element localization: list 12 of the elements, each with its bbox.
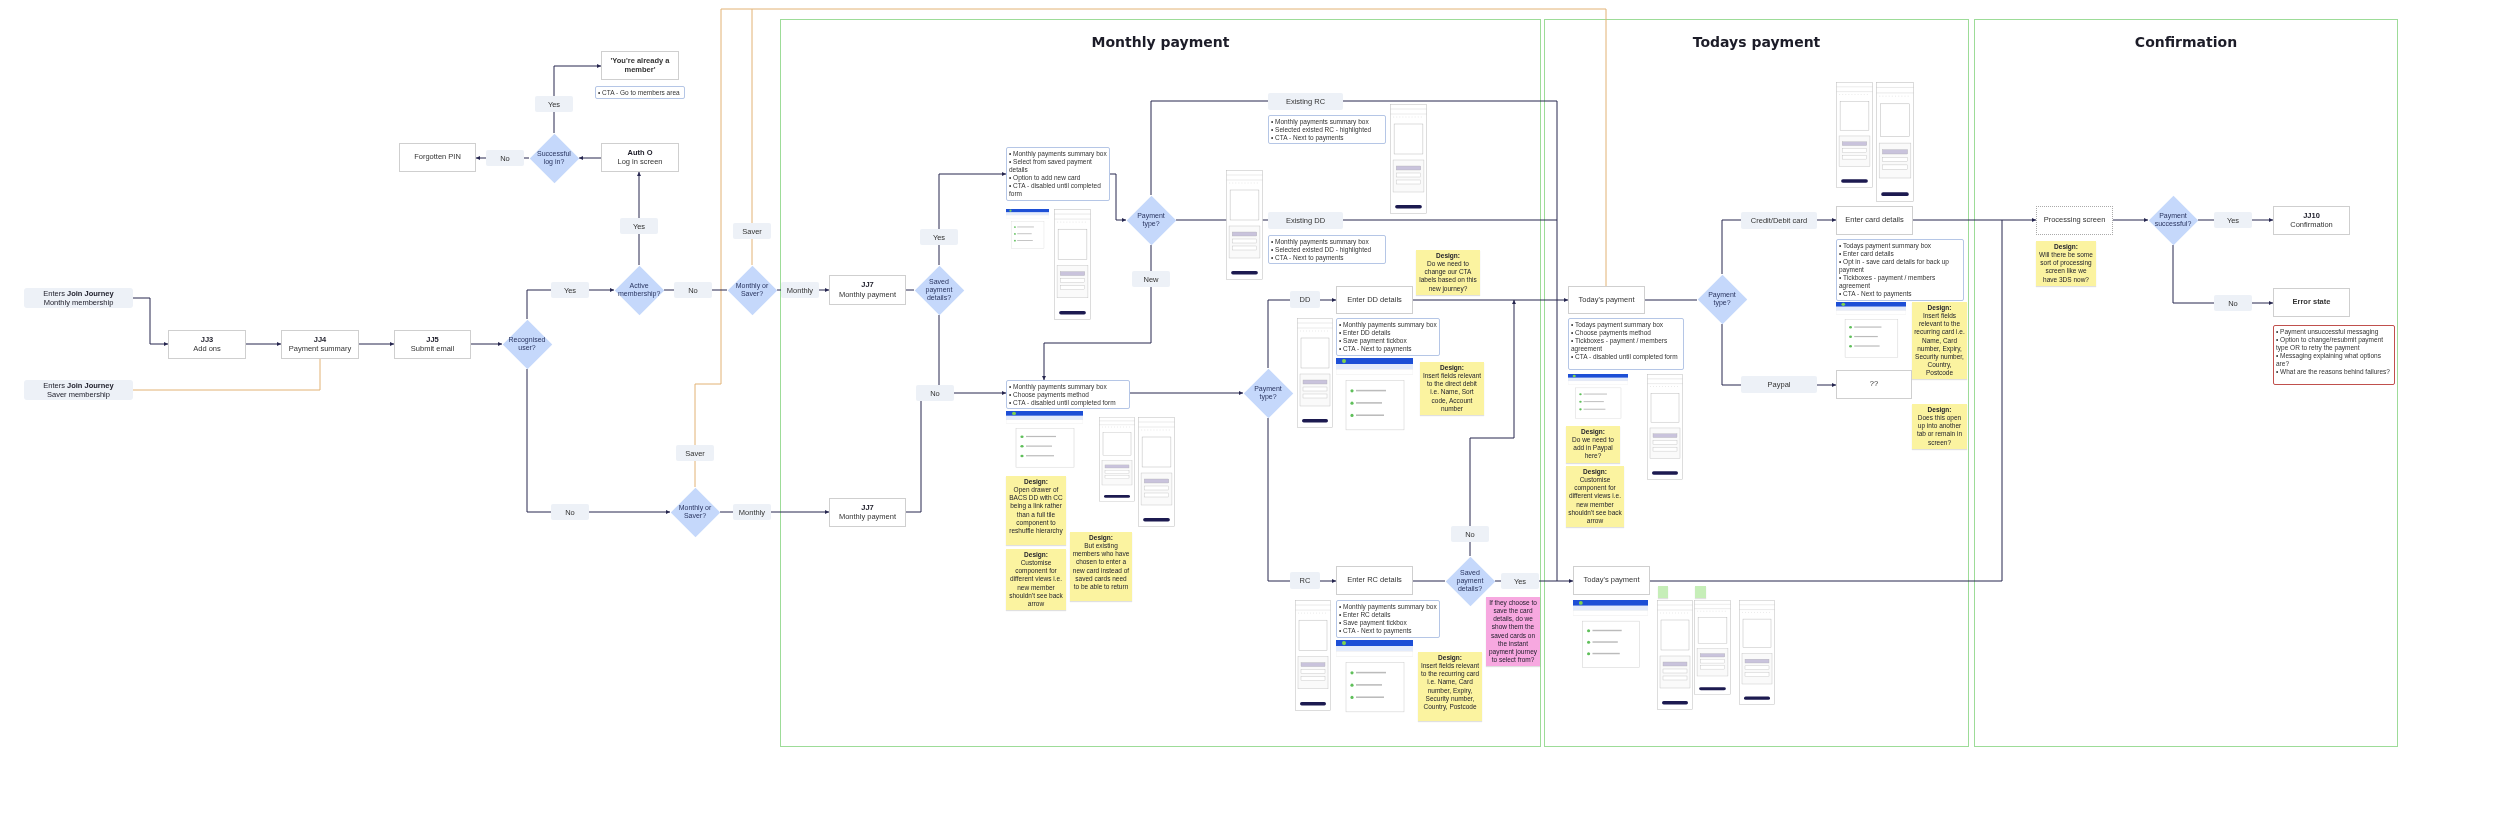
connector-line <box>1412 580 1446 582</box>
app-screen-drawing <box>1006 209 1049 252</box>
section-title: Monthly payment <box>1091 34 1230 52</box>
connector-line <box>245 342 282 346</box>
connector-line <box>578 156 602 160</box>
connector-line <box>358 342 395 346</box>
connector-line <box>470 342 503 346</box>
section-title: Confirmation <box>2134 34 2238 52</box>
app-screen-drawing <box>1568 374 1628 422</box>
connector-line <box>132 297 169 346</box>
section-title: Todays payment <box>1692 34 1821 52</box>
connector-line <box>2112 218 2149 222</box>
